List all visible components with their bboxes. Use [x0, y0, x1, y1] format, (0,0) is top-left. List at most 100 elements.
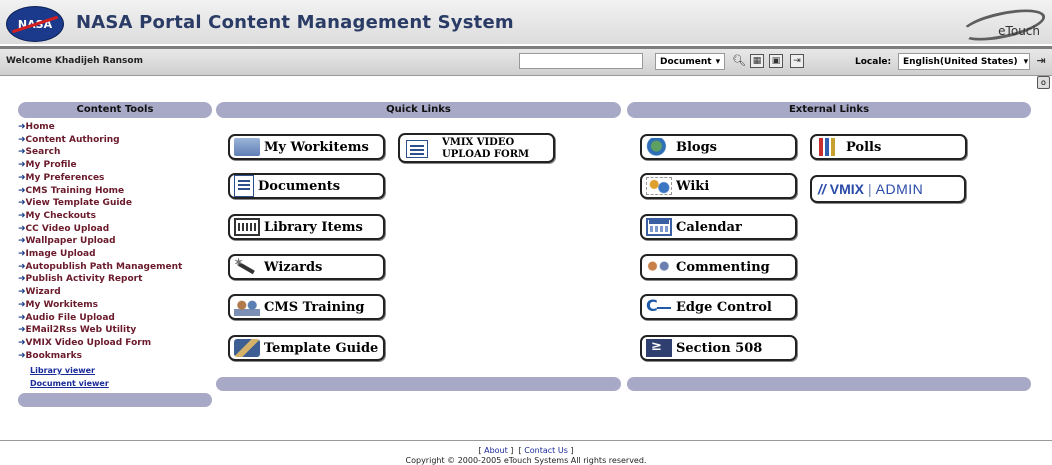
external-links-heading: External Links — [627, 102, 1031, 118]
content-tools-heading: Content Tools — [18, 102, 212, 118]
content-tools-link[interactable]: ➜Wizard — [18, 286, 182, 299]
content-tools-link-label: Wallpaper Upload — [25, 236, 116, 247]
content-tools-link-label: My Preferences — [25, 172, 105, 183]
arrow-icon: ➜ — [18, 351, 26, 361]
content-tools-link[interactable]: ➜EMail2Rss Web Utility — [18, 324, 182, 337]
button-label-line2: UPLOAD FORM — [442, 149, 530, 160]
documents-button[interactable]: Documents — [228, 173, 385, 199]
content-tools-link[interactable]: ➜My Workitems — [18, 299, 182, 312]
quick-links-heading: Quick Links — [216, 102, 621, 118]
bar-chart-icon — [816, 138, 842, 156]
wizards-button[interactable]: Wizards — [228, 254, 385, 280]
content-tools-link[interactable]: ➜View Template Guide — [18, 197, 182, 210]
bookmarks-label[interactable]: ➜Bookmarks — [18, 351, 82, 361]
content-tools-link[interactable]: ➜CC Video Upload — [18, 223, 182, 236]
button-label: My Workitems — [264, 139, 369, 155]
arrow-icon: ➜ — [18, 134, 26, 145]
edge-logo-icon — [646, 296, 672, 316]
header: NASA NASA Portal Content Management Syst… — [0, 0, 1052, 47]
external-links-footer-bar — [627, 377, 1031, 391]
blogs-button[interactable]: Blogs — [640, 134, 797, 160]
cms-training-button[interactable]: CMS Training — [228, 294, 385, 320]
wiki-button[interactable]: Wiki — [640, 173, 797, 199]
contact-us-link[interactable]: Contact Us — [524, 446, 568, 455]
about-link[interactable]: About — [484, 446, 508, 455]
library-icon — [234, 218, 260, 236]
arrow-icon: ➜ — [18, 147, 26, 158]
footer-links: [ About ] [ Contact Us ] — [478, 446, 574, 455]
template-guide-button[interactable]: Template Guide — [228, 335, 385, 361]
bookmarks-text: Bookmarks — [25, 351, 82, 361]
accessibility-icon — [646, 339, 672, 357]
button-label: CMS Training — [264, 299, 365, 315]
content-tools-link[interactable]: ➜Autopublish Path Management — [18, 261, 182, 274]
vmix-label: VMIX — [829, 181, 865, 197]
button-label: Commenting — [676, 259, 770, 275]
content-tools-link-label: Publish Activity Report — [25, 274, 143, 285]
etouch-logo: eTouch — [958, 3, 1048, 47]
content-tools-link-label: My Checkouts — [25, 210, 96, 221]
advanced-search-icon[interactable]: ▦ — [750, 54, 764, 68]
nasa-logo[interactable]: NASA — [6, 6, 64, 42]
calendar-button[interactable]: Calendar — [640, 214, 797, 240]
go-icon[interactable]: ⇥ — [1034, 54, 1048, 68]
content-tools-link[interactable]: ➜My Preferences — [18, 172, 182, 185]
button-label-line1: VMIX VIDEO — [442, 137, 515, 148]
button-label: Documents — [258, 178, 341, 194]
arrow-icon: ➜ — [18, 172, 26, 183]
content-tools-link[interactable]: ➜VMIX Video Upload Form — [18, 337, 182, 350]
my-workitems-button[interactable]: My Workitems — [228, 134, 385, 160]
content-tools-link[interactable]: ➜Image Upload — [18, 248, 182, 261]
vmix-separator: | — [868, 181, 872, 197]
window-icon[interactable]: ▣ — [769, 54, 783, 68]
commenting-button[interactable]: Commenting — [640, 254, 797, 280]
content-tools-link-label: View Template Guide — [25, 198, 132, 209]
arrow-icon: ➜ — [18, 198, 26, 209]
content-tools-link[interactable]: ➜Search — [18, 146, 182, 159]
search-icon[interactable]: 🔍︎ — [732, 54, 746, 68]
welcome-text: Welcome Khadijeh Ransom — [6, 56, 143, 66]
locale-select[interactable]: English(United States) ▾ — [898, 53, 1030, 70]
content-tools-link[interactable]: ➜Wallpaper Upload — [18, 235, 182, 248]
content-tools-link[interactable]: ➜Content Authoring — [18, 134, 182, 147]
app-title: NASA Portal Content Management System — [76, 12, 514, 33]
content-tools-link[interactable]: ➜Audio File Upload — [18, 312, 182, 325]
etouch-logo-text: eTouch — [998, 24, 1040, 38]
dropdown-arrow-icon: ▾ — [1023, 56, 1029, 67]
content-tools-link[interactable]: ➜My Profile — [18, 159, 182, 172]
library-items-button[interactable]: Library Items — [228, 214, 385, 240]
content-tools-list: ➜Home ➜Content Authoring ➜Search ➜My Profil… — [18, 121, 182, 350]
arrow-icon: ➜ — [18, 185, 26, 196]
content-tools-link-label: Search — [25, 147, 61, 158]
search-input[interactable] — [519, 53, 643, 69]
vmix-video-upload-form-button[interactable]: VMIX VIDEO UPLOAD FORM — [398, 133, 555, 163]
arrow-icon: ➜ — [18, 274, 26, 285]
wand-icon — [234, 256, 260, 276]
polls-button[interactable]: Polls — [810, 134, 967, 160]
vmix-admin-button[interactable]: //VMIX | ADMIN — [810, 175, 966, 203]
content-tools-link-label: Image Upload — [25, 249, 96, 260]
bookmark-library-viewer[interactable]: Library viewer — [30, 366, 95, 375]
arrow-icon: ➜ — [18, 337, 26, 348]
content-tools-link[interactable]: ➜My Checkouts — [18, 210, 182, 223]
arrow-icon: ➜ — [18, 312, 26, 323]
arrow-icon: ➜ — [18, 249, 26, 260]
button-label: Library Items — [264, 219, 363, 235]
button-label: Section 508 — [676, 340, 763, 356]
search-type-select[interactable]: Document ▾ — [655, 53, 725, 70]
content-tools-link-label: Wizard — [25, 287, 61, 298]
arrow-icon: ➜ — [18, 122, 26, 132]
section-508-button[interactable]: Section 508 — [640, 335, 797, 361]
content-tools-link[interactable]: ➜Publish Activity Report — [18, 273, 182, 286]
bookmark-document-viewer[interactable]: Document viewer — [30, 379, 109, 388]
settings-icon[interactable]: o — [1037, 76, 1050, 89]
vmix-logo-icon: // — [818, 181, 826, 197]
edge-control-button[interactable]: Edge Control — [640, 294, 797, 320]
content-tools-link[interactable]: ➜CMS Training Home — [18, 185, 182, 198]
content-tools-link[interactable]: ➜Home — [18, 121, 182, 134]
exit-icon[interactable]: ⇥ — [790, 54, 804, 68]
content-tools-link-label: CMS Training Home — [25, 185, 125, 196]
arrow-icon: ➜ — [18, 325, 26, 336]
button-label: Wizards — [264, 259, 323, 275]
content-tools-link-label: Content Authoring — [25, 134, 120, 145]
